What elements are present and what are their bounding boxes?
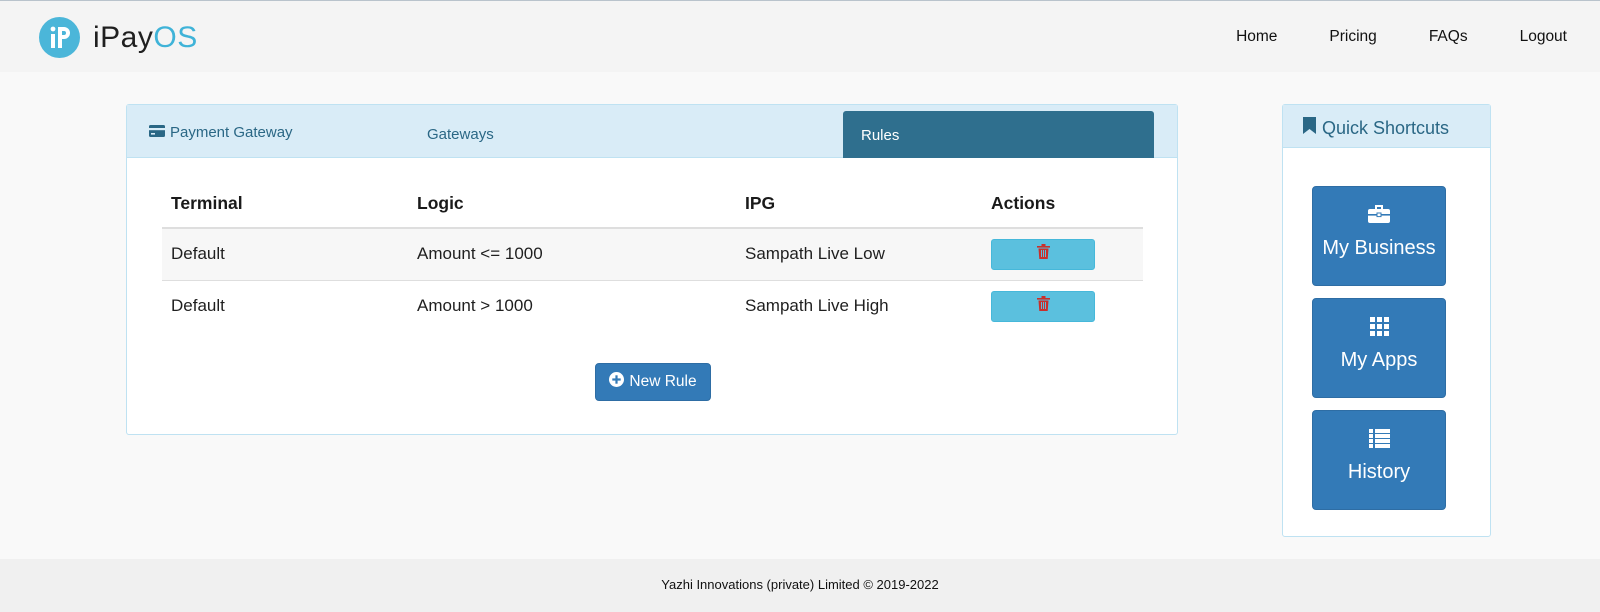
copyright-text: Yazhi Innovations (private) Limited © 20…: [661, 577, 939, 592]
quick-shortcuts-panel: Quick Shortcuts My Business My Apps Hist…: [1282, 104, 1491, 537]
shortcut-my-business-label: My Business: [1322, 237, 1436, 259]
delete-rule-button[interactable]: [991, 238, 1095, 270]
delete-rule-button[interactable]: [991, 290, 1095, 322]
shortcut-my-apps-label: My Apps: [1340, 349, 1418, 371]
cell-logic: Amount > 1000: [417, 296, 533, 316]
shortcut-history-label: History: [1347, 461, 1411, 483]
table-row: Default Amount <= 1000 Sampath Live Low: [162, 228, 1143, 281]
brand[interactable]: iPayOS: [39, 17, 198, 58]
nav-faqs-link[interactable]: FAQs: [1429, 27, 1468, 47]
brand-name-part1: iPay: [93, 20, 154, 54]
bookmark-icon: [1303, 117, 1322, 139]
cell-terminal: Default: [171, 296, 225, 316]
header-logic: Logic: [408, 193, 736, 229]
panel-header: Payment Gateway Gateways Rules: [127, 105, 1177, 158]
plus-circle-icon: [609, 372, 629, 392]
shortcuts-header: Quick Shortcuts: [1283, 105, 1490, 148]
cell-terminal: Default: [162, 228, 408, 281]
payment-gateway-panel: Payment Gateway Gateways Rules Terminal …: [126, 104, 1178, 435]
tab-rules[interactable]: Rules: [843, 111, 1154, 158]
cell-actions: [982, 280, 1143, 332]
shortcuts-title: Quick Shortcuts: [1303, 117, 1449, 139]
brand-name: iPayOS: [93, 21, 198, 55]
panel-title-text: Payment Gateway: [170, 124, 293, 141]
panel-title: Payment Gateway: [149, 124, 293, 141]
shortcut-my-apps-button[interactable]: My Apps: [1312, 298, 1446, 398]
header-terminal: Terminal: [162, 193, 408, 229]
new-rule-button[interactable]: New Rule: [595, 363, 711, 401]
shortcut-my-business-button[interactable]: My Business: [1312, 186, 1446, 286]
shortcut-history-button[interactable]: History: [1312, 410, 1446, 510]
trash-icon: [1036, 296, 1050, 316]
briefcase-icon: [1368, 205, 1390, 229]
nav-home-link[interactable]: Home: [1236, 27, 1277, 47]
rules-table: Terminal Logic IPG Actions Default Amoun…: [162, 193, 1143, 332]
table-row: Default Amount > 1000 Sampath Live High: [162, 280, 1143, 332]
cell-ipg: Sampath Live Low: [736, 228, 982, 281]
brand-name-part2: OS: [153, 20, 198, 54]
list-icon: [1368, 429, 1390, 454]
ipayos-logo-icon: [39, 17, 80, 58]
new-rule-label: New Rule: [629, 373, 697, 390]
header-ipg: IPG: [736, 193, 982, 229]
cell-logic: Amount <= 1000: [408, 228, 736, 281]
main-nav: Home Pricing FAQs Logout: [1184, 27, 1567, 47]
nav-logout-link[interactable]: Logout: [1520, 27, 1567, 47]
top-navbar: iPayOS Home Pricing FAQs Logout: [0, 0, 1600, 72]
grid-icon: [1369, 317, 1389, 342]
credit-card-icon: [149, 124, 170, 141]
nav-pricing-link[interactable]: Pricing: [1329, 27, 1376, 47]
tab-gateways[interactable]: Gateways: [427, 126, 494, 143]
header-actions: Actions: [982, 193, 1143, 229]
cell-actions: [982, 228, 1143, 281]
table-header-row: Terminal Logic IPG Actions: [162, 193, 1143, 229]
footer: Yazhi Innovations (private) Limited © 20…: [0, 559, 1600, 612]
shortcuts-title-text: Quick Shortcuts: [1322, 117, 1450, 138]
cell-ipg: Sampath Live High: [745, 296, 889, 316]
trash-icon: [1036, 244, 1050, 264]
